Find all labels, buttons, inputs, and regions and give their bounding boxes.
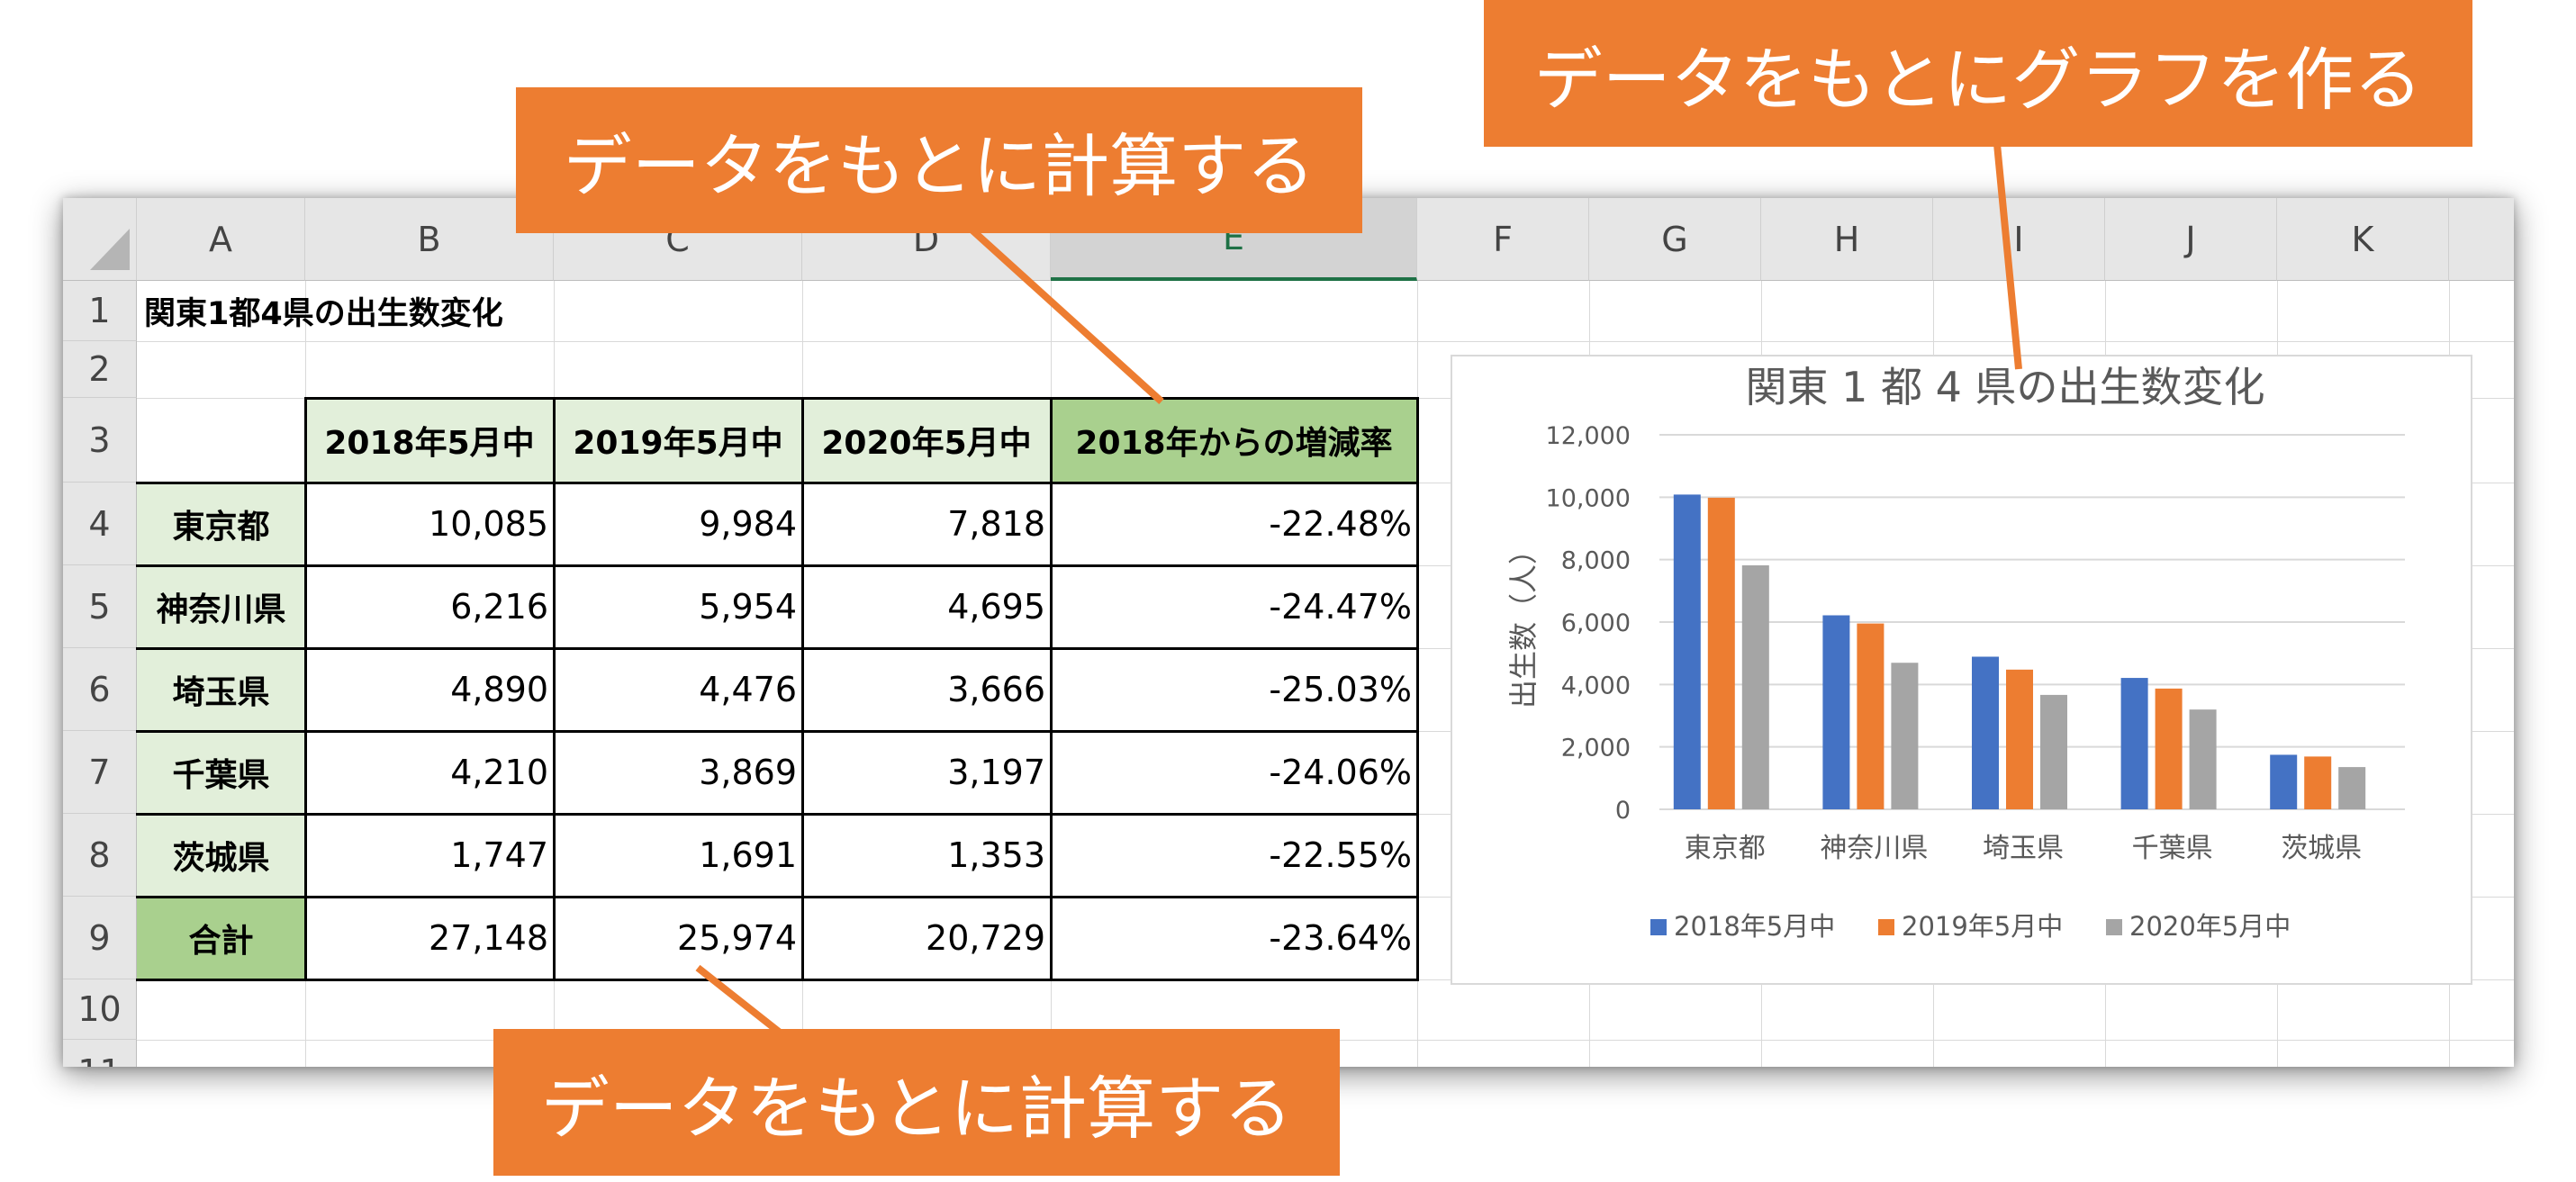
leader-line-top-left	[959, 218, 1164, 404]
callout-calc-bottom: データをもとに計算する	[493, 1029, 1340, 1176]
callout-chart: データをもとにグラフを作る	[1484, 0, 2472, 147]
leader-line-top-right	[1993, 143, 2022, 370]
leader-line-bottom	[695, 964, 786, 1039]
callout-calc-top: データをもとに計算する	[516, 87, 1362, 233]
